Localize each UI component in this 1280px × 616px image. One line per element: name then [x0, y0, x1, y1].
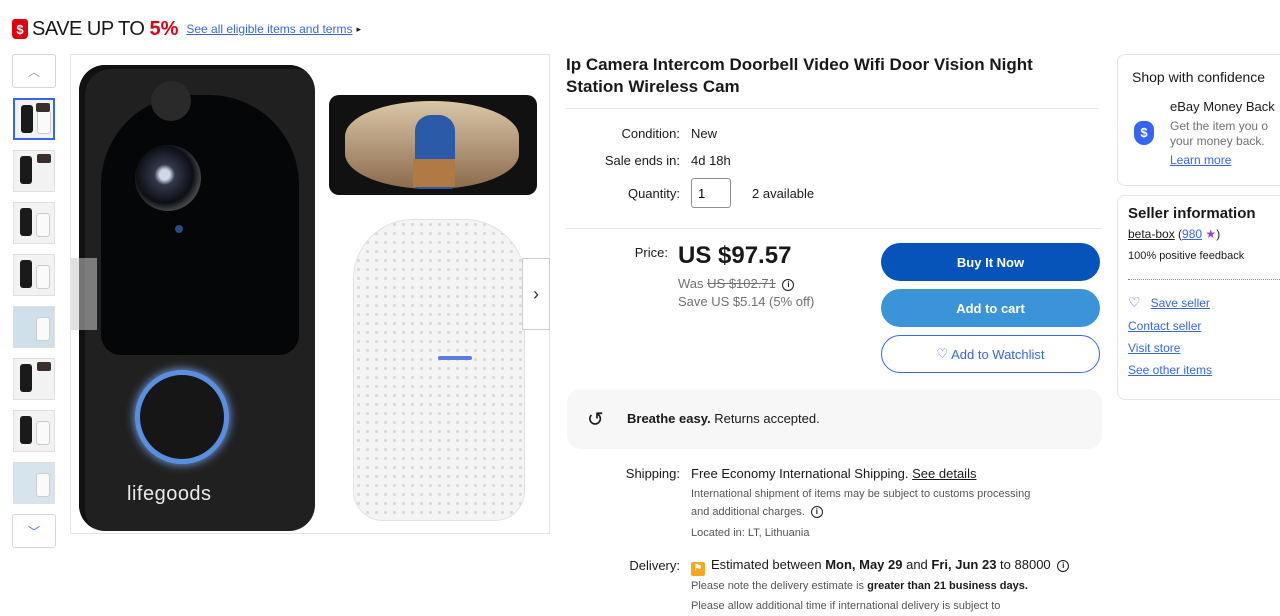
see-details-link[interactable]: See details — [912, 466, 976, 481]
returns-text: Breathe easy. Returns accepted. — [627, 411, 820, 426]
price-label: Price: — [634, 245, 668, 260]
chevron-up-icon: ︿ — [27, 64, 40, 79]
shop-with-confidence-panel: Shop with confidence $ eBay Money Back G… — [1117, 54, 1280, 186]
flag-icon: ⚑ — [691, 562, 705, 576]
thumbnail-6[interactable] — [13, 358, 55, 400]
thumbnail-2[interactable] — [13, 150, 55, 192]
promo-percent: 5% — [149, 17, 179, 40]
add-to-cart-button[interactable]: Add to cart — [881, 289, 1100, 327]
chevron-down-icon: ﹀ — [27, 524, 40, 539]
chevron-right-icon: › — [533, 283, 539, 304]
available-count: 2 available — [752, 186, 815, 201]
shipping-label: Shipping: — [625, 466, 680, 481]
money-back-desc: Get the item you o your money back. — [1170, 119, 1269, 148]
divider — [566, 108, 1098, 109]
thumbnail-4[interactable] — [13, 254, 55, 296]
thumbnail-1[interactable] — [13, 98, 55, 140]
money-back-heading: eBay Money Back — [1170, 99, 1275, 114]
save-seller-row[interactable]: ♡ Save seller — [1128, 294, 1210, 311]
item-location: Located in: LT, Lithuania — [691, 527, 810, 539]
divider — [1128, 279, 1280, 280]
quantity-input[interactable] — [691, 178, 731, 208]
positive-feedback: 100% positive feedback — [1128, 250, 1245, 262]
sale-ends-value: 4d 18h — [691, 153, 731, 168]
brand-logo: lifegoods — [127, 483, 212, 505]
delivery-value: ⚑ Estimated between Mon, May 29 and Fri, … — [691, 557, 1070, 576]
heart-icon: ♡ — [1128, 294, 1141, 310]
promo-banner: $ SAVE UP TO 5% See all eligible items a… — [12, 16, 361, 42]
price-value: US $97.57 — [678, 242, 792, 269]
was-price: Was US $102.71 i — [678, 276, 795, 291]
main-product-image[interactable]: lifegoods — [70, 54, 550, 534]
thumbnail-3[interactable] — [13, 202, 55, 244]
original-price: US $102.71 — [707, 276, 776, 291]
shield-icon: $ — [1134, 121, 1154, 145]
thumbnail-strip: ︿ ﹀ — [12, 54, 56, 548]
sale-tag-icon: $ — [12, 19, 28, 39]
quantity-label: Quantity: — [627, 186, 680, 201]
savings-text: Save US $5.14 (5% off) — [678, 294, 815, 309]
sale-ends-label: Sale ends in: — [604, 153, 680, 168]
seller-information-panel: Seller information beta-box (980 ★) 100%… — [1117, 195, 1280, 400]
thumbnail-5[interactable] — [13, 306, 55, 348]
doorbell-illustration: lifegoods — [79, 65, 315, 531]
visit-store-link[interactable]: Visit store — [1128, 341, 1180, 355]
chime-illustration — [353, 219, 525, 521]
feedback-score-link[interactable]: 980 — [1182, 227, 1202, 241]
save-seller-link[interactable]: Save seller — [1151, 296, 1210, 310]
condition-label: Condition: — [621, 126, 680, 141]
star-icon: ★ — [1205, 227, 1217, 241]
delivery-note-2: Please allow additional time if internat… — [691, 600, 1001, 612]
learn-more-link[interactable]: Learn more — [1170, 153, 1231, 167]
add-to-watchlist-button[interactable]: ♡ Add to Watchlist — [881, 335, 1100, 373]
thumbnail-next-button[interactable]: ﹀ — [12, 514, 56, 548]
seller-name-row: beta-box (980 ★) — [1128, 227, 1221, 241]
watchlist-label: Add to Watchlist — [951, 346, 1045, 362]
info-icon[interactable]: i — [782, 278, 795, 291]
image-prev-button[interactable] — [71, 258, 97, 330]
shipping-note-2: and additional charges. i — [691, 506, 823, 519]
return-arrow-icon: ↺ — [587, 409, 604, 431]
delivery-note-1: Please note the delivery estimate is gre… — [691, 580, 1028, 592]
monitor-illustration — [329, 95, 537, 195]
buy-it-now-button[interactable]: Buy It Now — [881, 243, 1100, 281]
see-other-items-link[interactable]: See other items — [1128, 363, 1212, 377]
thumbnail-7[interactable] — [13, 410, 55, 452]
thumbnail-prev-button[interactable]: ︿ — [12, 54, 56, 88]
product-title: Ip Camera Intercom Doorbell Video Wifi D… — [566, 55, 1033, 96]
seller-title: Seller information — [1128, 205, 1256, 222]
delivery-label: Delivery: — [629, 558, 680, 573]
promo-terms-link[interactable]: See all eligible items and terms — [186, 22, 352, 36]
info-icon[interactable]: i — [1057, 559, 1070, 572]
heart-icon: ♡ — [936, 346, 949, 361]
shipping-value: Free Economy International Shipping. See… — [691, 466, 977, 481]
divider — [566, 228, 1102, 229]
contact-seller-link[interactable]: Contact seller — [1128, 319, 1201, 333]
seller-name-link[interactable]: beta-box — [1128, 227, 1175, 241]
image-next-button[interactable]: › — [522, 258, 550, 330]
promo-arrow-icon: ▸ — [356, 23, 361, 34]
shipping-note-1: International shipment of items may be s… — [691, 488, 1031, 500]
condition-value: New — [691, 126, 718, 141]
thumbnail-8[interactable] — [13, 462, 55, 504]
confidence-title: Shop with confidence — [1132, 69, 1266, 85]
info-icon[interactable]: i — [810, 506, 823, 519]
promo-text: SAVE UP TO — [32, 17, 145, 40]
returns-banner: ↺ Breathe easy. Returns accepted. — [567, 389, 1102, 449]
